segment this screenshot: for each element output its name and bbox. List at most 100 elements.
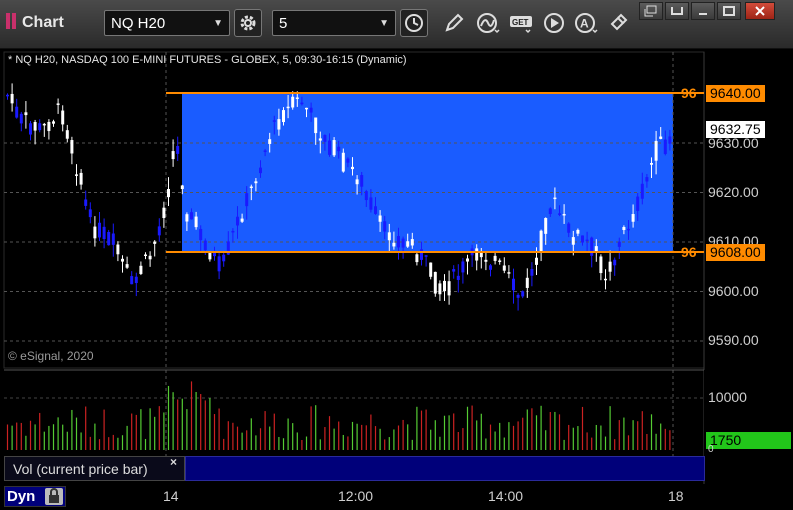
candle-body [148, 255, 152, 260]
candle-body [424, 255, 428, 257]
candle-body [65, 130, 69, 139]
candle-body [438, 283, 442, 295]
candle-body [42, 123, 46, 126]
candle-body [627, 228, 630, 231]
candle-body [456, 275, 460, 280]
candle-body [590, 237, 594, 256]
candle-body [516, 294, 520, 298]
candle-body [116, 244, 120, 255]
volume-last-tag: 1750 [706, 432, 791, 449]
volume-tick: 10000 [708, 389, 747, 405]
candle-body [650, 163, 653, 165]
candle-body [406, 241, 410, 247]
lower-line-price-tag: 9608.00 [706, 244, 765, 261]
candle-body [567, 223, 571, 233]
candle-body [622, 227, 626, 231]
candle-body [295, 97, 299, 99]
candle-body [571, 237, 575, 245]
candle-body [415, 254, 419, 263]
candle-body [176, 146, 180, 154]
candle-body [272, 120, 276, 122]
candle-body [489, 265, 492, 270]
candle-body [360, 175, 364, 187]
candle-body [208, 252, 212, 260]
candle-body [185, 214, 189, 222]
candle-body [466, 258, 469, 262]
copyright-label: © eSignal, 2020 [8, 349, 94, 363]
candle-body [525, 277, 529, 288]
volume-zero-tick: 0 [708, 444, 714, 455]
candle-body [328, 140, 331, 155]
candle-body [125, 264, 129, 268]
close-study-icon[interactable]: × [170, 455, 177, 469]
candle-body [433, 271, 437, 294]
candle-body [659, 136, 663, 139]
candle-body [245, 193, 249, 207]
candle-body [305, 107, 308, 110]
candle-body [240, 218, 244, 222]
candle-body [374, 206, 377, 214]
candle-body [282, 110, 285, 123]
candle-body [636, 196, 640, 212]
candle-body [548, 208, 552, 215]
candle-body [355, 179, 359, 185]
candle-body [323, 135, 327, 142]
candle-body [263, 150, 267, 152]
candle-body [111, 233, 115, 245]
candle-body [640, 183, 644, 199]
candle-body [254, 181, 258, 184]
candle-body [29, 123, 32, 135]
candle-body [364, 191, 368, 201]
candle-body [134, 276, 138, 284]
lock-icon[interactable] [45, 488, 63, 505]
time-tick: 18 [668, 488, 684, 504]
time-tick: 14:00 [488, 488, 524, 504]
chart-info-line: * NQ H20, NASDAQ 100 E-MINI FUTURES - GL… [8, 54, 407, 66]
candle-body [410, 239, 414, 246]
candle-body [346, 158, 350, 163]
candle-body [401, 238, 405, 248]
candle-body [502, 265, 506, 271]
candle-body [604, 278, 607, 281]
candle-body [461, 261, 465, 273]
candle-body [613, 259, 617, 266]
candle-body [599, 256, 603, 274]
candle-body [631, 214, 635, 222]
candle-body [562, 213, 566, 216]
candle-body [213, 252, 216, 257]
candle-body [420, 249, 423, 260]
candle-body [576, 229, 580, 234]
candle-body [341, 152, 345, 172]
price-tick: 9630.00 [708, 135, 759, 151]
candle-body [38, 123, 42, 131]
candle-body [15, 106, 19, 118]
candle-body [259, 167, 262, 174]
candle-body [585, 239, 589, 242]
candle-body [84, 199, 88, 206]
candle-body [222, 254, 226, 262]
candle-body [539, 230, 543, 253]
candle-body [291, 96, 295, 108]
candle-body [314, 117, 318, 134]
upper-line-price-tag: 9640.00 [706, 85, 765, 102]
price-zone-rectangle[interactable] [182, 93, 673, 252]
candle-body [309, 107, 313, 113]
candle-body [249, 186, 253, 189]
candle-body [553, 197, 557, 200]
candle-body [392, 242, 396, 247]
candle-body [544, 218, 548, 234]
candle-body [452, 269, 456, 272]
price-chart[interactable] [0, 0, 793, 510]
time-tick: 12:00 [338, 488, 374, 504]
candle-body [447, 281, 451, 296]
candle-body [144, 254, 147, 257]
candle-body [167, 188, 170, 198]
candle-body [217, 256, 221, 272]
candle-body [153, 241, 157, 244]
volume-study-label[interactable]: Vol (current price bar) [4, 456, 185, 481]
candle-body [231, 230, 235, 233]
candle-body [378, 215, 382, 222]
candle-body [332, 140, 336, 156]
candle-body [498, 260, 502, 262]
candle-body [47, 121, 51, 132]
